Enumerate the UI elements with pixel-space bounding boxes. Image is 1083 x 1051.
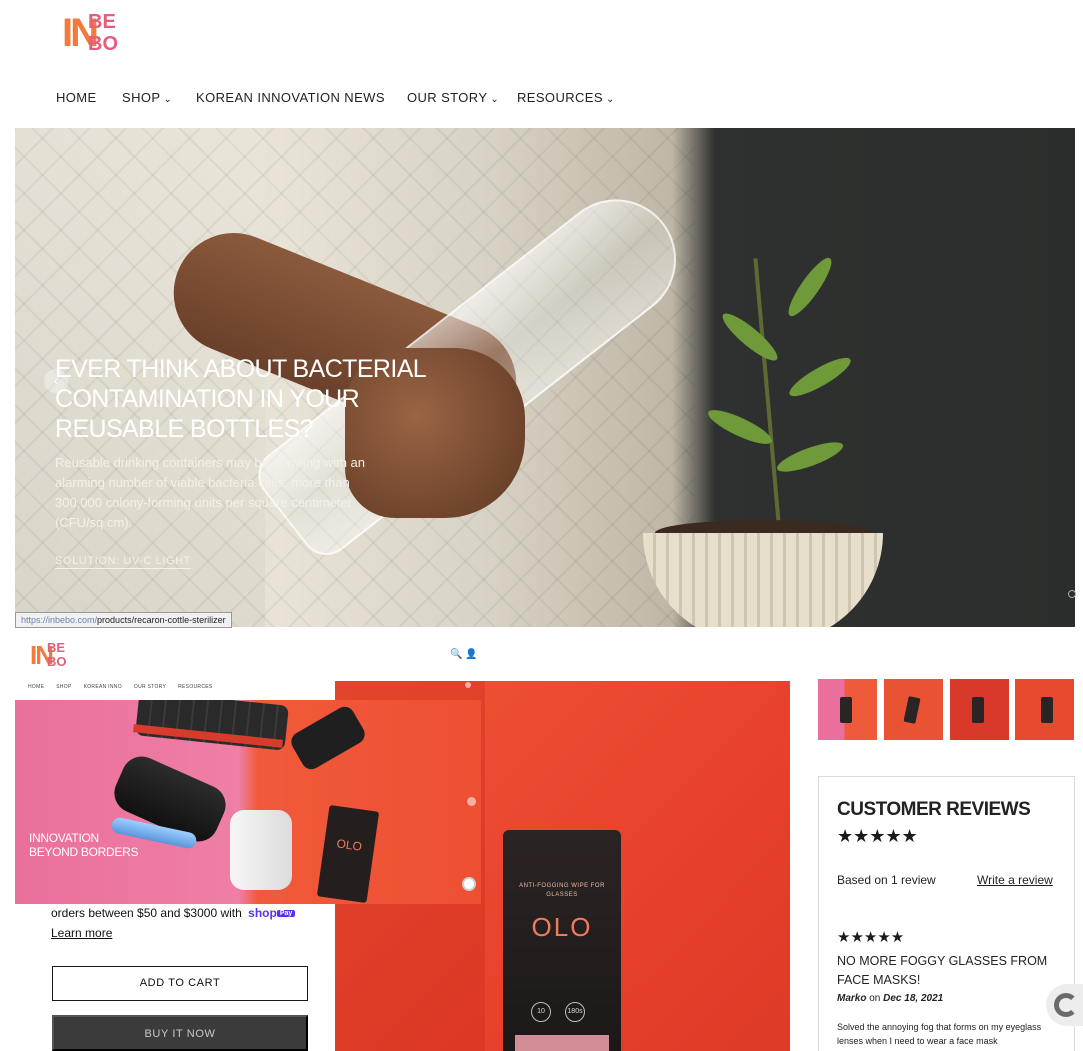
slide-photo-olo-pouch: OLO [316,804,380,904]
product-thumbnail[interactable] [884,679,943,740]
hero-photo-leaf [782,253,838,321]
product-thumbnail[interactable] [1015,679,1074,740]
product-thumbnail[interactable] [950,679,1009,740]
status-url-path: products/recaron-cottle-sterilizer [97,615,226,625]
hero-photo-pot [643,533,883,627]
mini-nav-item[interactable]: OUR STORY [134,684,166,690]
chevron-left-icon[interactable]: ‹ [44,369,68,393]
nav-our-story[interactable]: OUR STORY ⌄ [407,90,499,108]
hero-slideshow[interactable]: EVER THINK ABOUT BACTERIAL CONTAMINATION… [15,128,1075,627]
review-stars-icon: ★★★★★ [837,929,905,946]
nav-home-label: HOME [56,90,97,105]
customer-reviews-panel: CUSTOMER REVIEWS ★★★★★ Based on 1 review… [818,776,1075,1051]
nav-our-story-label: OUR STORY [407,90,488,105]
review-headline: NO MORE FOGGY GLASSES FROM FACE MASKS! [837,954,1048,987]
slide-indicator-dot-icon[interactable] [467,797,476,806]
innovation-title-line1: INNOVATION [29,831,99,845]
slide-photo-white-cylinder [230,810,292,890]
hero-photo-leaf [704,404,776,450]
average-rating-stars-icon: ★★★★★ [837,826,918,846]
review-count-text: Based on 1 review [837,873,936,887]
product-thumbnails [818,679,1074,741]
chevron-down-icon: ⌄ [490,94,500,105]
innovation-slide[interactable]: OLO INNOVATION BEYOND BORDERS [15,700,481,904]
logo-bo-text: BO [88,33,118,55]
review-meta: Marko on Dec 18, 2021 [837,993,943,1004]
site-logo[interactable]: IN BE BO [62,10,120,56]
slide-indicator-dot-icon[interactable] [465,682,471,688]
nav-home[interactable]: HOME [56,90,97,106]
reviews-title: CUSTOMER REVIEWS [837,799,1031,820]
review-date: Dec 18, 2021 [883,993,944,1004]
shop-pay-installments-text: orders between $50 and $3000 with shop Pa… [51,906,296,920]
innovation-title-line2: BEYOND BORDERS [29,845,139,859]
nav-resources[interactable]: RESOURCES ⌄ [517,90,615,108]
mini-nav-item[interactable]: HOME [28,684,44,690]
learn-more-link[interactable]: Learn more [51,926,112,940]
review-body: Solved the annoying fog that forms on my… [837,1022,1042,1046]
thumbnail-product-icon [840,697,852,723]
nav-resources-label: RESOURCES [517,90,603,105]
hero-photo-leaf [717,307,783,367]
nav-shop[interactable]: SHOP ⌄ [122,90,172,108]
chat-icon [1054,993,1078,1017]
pouch-brand-text: OLO [335,836,363,854]
product-thumbnail[interactable] [818,679,877,740]
status-url-prefix: https://inbebo.com/ [21,615,98,625]
thumbnail-product-icon [903,696,921,724]
nav-korean-innovation-news[interactable]: KOREAN INNOVATION NEWS [196,90,385,106]
slideshow-dot-icon[interactable] [1068,590,1076,598]
hero-photo-leaf [774,436,846,478]
browser-status-url: https://inbebo.com/products/recaron-cott… [15,612,232,628]
slide-indicator-dot-active-icon[interactable] [462,877,476,891]
mini-site-logo[interactable]: IN BE BO [30,640,70,670]
pay-text-label: orders between $50 and $3000 with [51,906,242,920]
nav-news-label: KOREAN INNOVATION NEWS [196,90,385,105]
review-author: Marko [837,993,867,1004]
hero-cta-link[interactable]: SOLUTION: UV-C LIGHT [55,555,192,569]
add-to-cart-button[interactable]: ADD TO CART [52,966,308,1001]
mini-nav: HOME SHOP KOREAN INNO OUR STORY RESOURCE… [28,684,213,690]
thumbnail-product-icon [972,697,984,723]
review-on-text: on [869,993,881,1004]
shop-pay-logo-shop: shop [248,906,277,920]
hero-body-text: Reusable drinking containers may be craw… [55,455,365,530]
hero-photo-plant-stem [753,258,781,523]
logo-be-text: BE [88,11,116,33]
shop-pay-logo-pay: Pay [276,910,296,917]
hero-title: EVER THINK ABOUT BACTERIAL CONTAMINATION… [55,355,426,443]
mini-nav-item[interactable]: RESOURCES [178,684,212,690]
olo-badge-count: 10 [531,1002,551,1022]
chevron-down-icon: ⌄ [605,94,615,105]
olo-brand-text: OLO [531,912,593,942]
write-review-link[interactable]: Write a review [977,873,1053,887]
nav-shop-label: SHOP [122,90,161,105]
hero-photo-leaf [785,351,855,403]
shop-pay-logo-icon: shop Pay [248,906,296,920]
chevron-down-icon: ⌄ [163,94,173,105]
olo-badge-time: 180s [565,1002,585,1022]
buy-it-now-button[interactable]: BUY IT NOW [52,1015,308,1051]
olo-tagline: ANTI-FOGGING WIPE FOR GLASSES [519,883,605,898]
mini-logo-be-text: BE [47,640,66,655]
mini-header-icons[interactable]: 🔍 👤 [450,649,478,660]
mini-nav-item[interactable]: SHOP [56,684,71,690]
chat-widget-button[interactable] [1046,984,1083,1026]
slide-photo-hook [287,703,369,773]
thumbnail-product-icon [1041,697,1053,723]
mini-logo-bo-text: BO [47,654,67,669]
olo-box-label-strip [515,1035,609,1051]
olo-product-box: ANTI-FOGGING WIPE FOR GLASSES OLO 10 180… [503,830,621,1051]
innovation-slide-title: INNOVATION BEYOND BORDERS [29,831,138,859]
mini-nav-item[interactable]: KOREAN INNO [84,684,122,690]
